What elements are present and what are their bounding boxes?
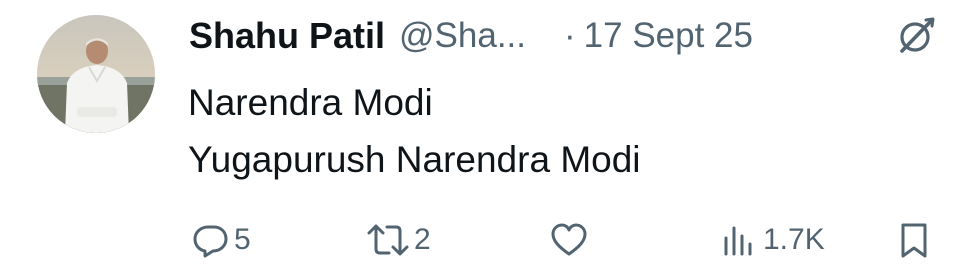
reply-count: 5 [234,223,251,256]
avatar[interactable] [37,15,155,133]
separator-dot: · [564,16,576,55]
reply-button[interactable]: 5 [191,215,251,265]
views-chart-icon [724,226,752,256]
profile-photo-icon [37,15,155,133]
timestamp[interactable]: 17 Sept 25 [584,16,753,56]
tweet-text-line: Yugapurush Narendra Modi [188,139,641,180]
bookmark-button[interactable] [894,215,934,265]
like-button[interactable] [549,215,592,265]
reply-icon [193,225,228,258]
heart-icon [551,223,587,256]
repost-count: 2 [414,223,431,256]
user-handle[interactable]: @Sha... [399,16,526,56]
tweet-text-line: Narendra Modi [188,82,433,123]
repost-icon [367,224,409,256]
display-name[interactable]: Shahu Patil [189,15,385,57]
tweet-header: Shahu Patil @Sha... · 17 Sept 25 [189,12,959,60]
tweet-text: Narendra Modi Yugapurush Narendra Modi [188,74,641,188]
repost-button[interactable]: 2 [365,215,431,265]
tweet-card[interactable]: Shahu Patil @Sha... · 17 Sept 25 Narendr… [0,0,963,274]
grok-slash-icon[interactable] [896,14,938,56]
bookmark-icon [901,223,927,258]
views-button[interactable]: 1.7K [720,215,825,265]
views-count: 1.7K [763,223,825,256]
action-bar: 5 2 1.7K [0,215,963,265]
